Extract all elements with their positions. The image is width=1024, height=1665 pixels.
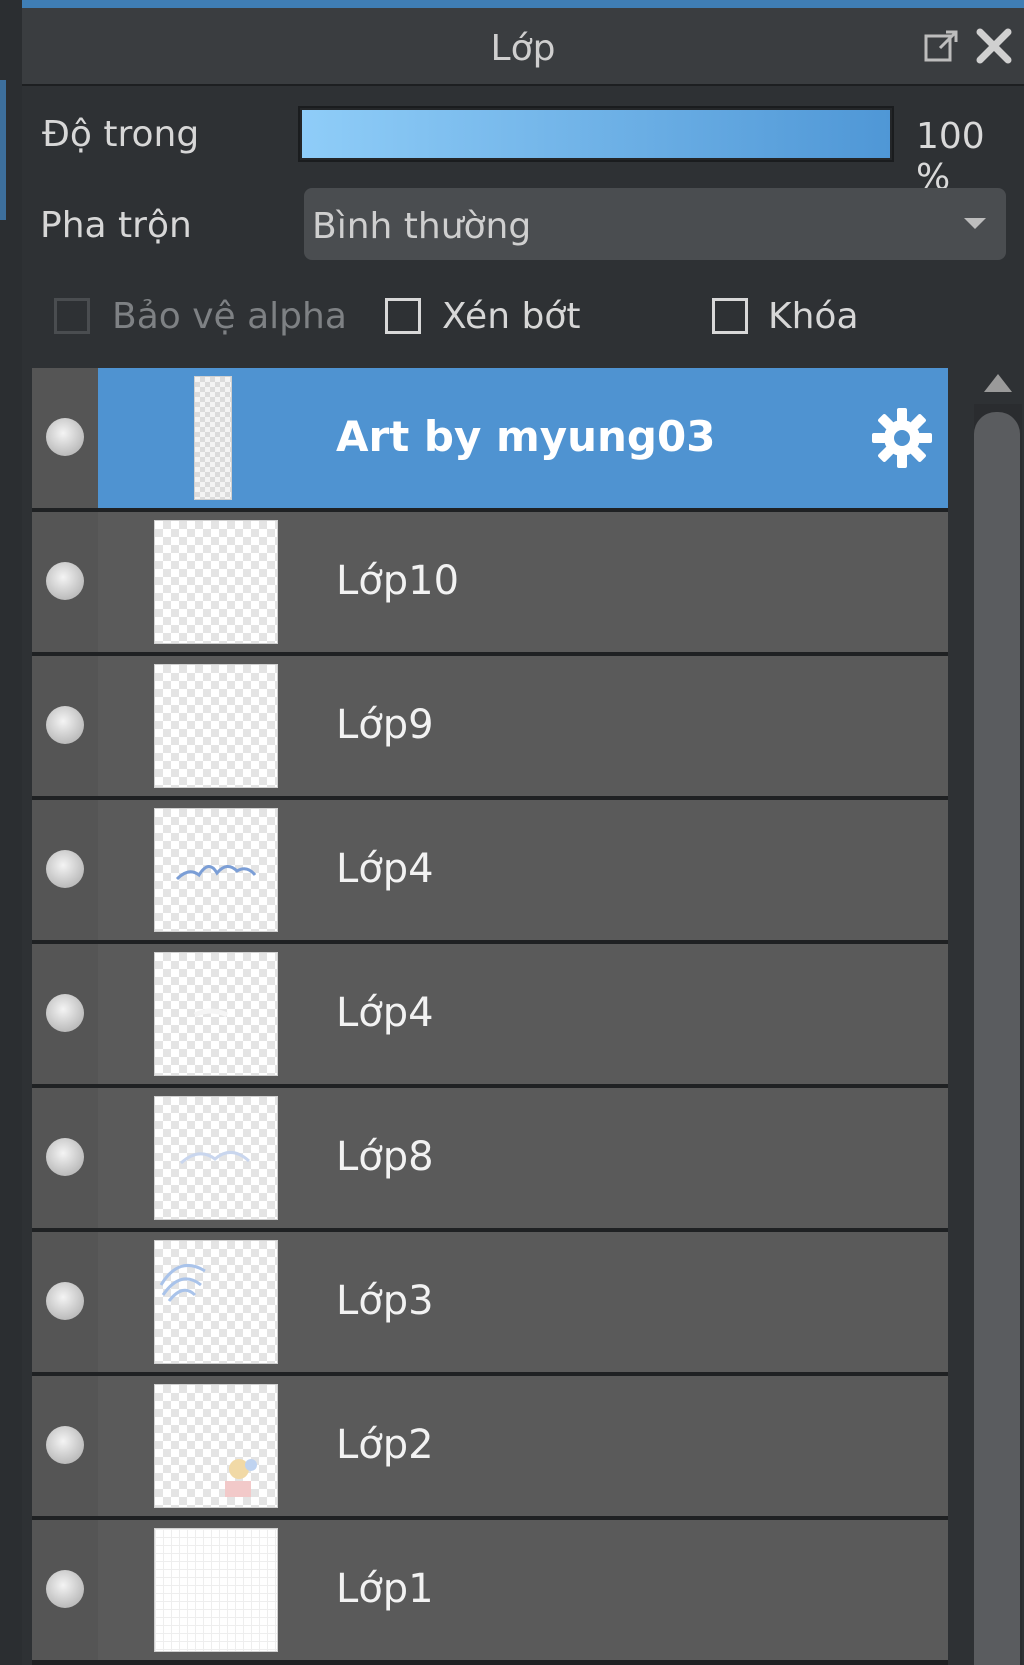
layer-thumbnail <box>154 1528 278 1652</box>
layer-panel: Lớp Độ trong 100 % Pha trộn Bình thường … <box>22 0 1024 1665</box>
layer-row[interactable]: Lớp3 <box>32 1232 948 1372</box>
layer-name: Lớp1 <box>336 1566 434 1612</box>
visibility-toggle-icon[interactable] <box>46 850 84 888</box>
lock-checkbox[interactable] <box>712 298 748 334</box>
scroll-up-arrow-icon[interactable] <box>984 374 1012 392</box>
popout-icon[interactable] <box>920 24 964 68</box>
layer-thumbnail <box>194 376 232 500</box>
visibility-toggle-icon[interactable] <box>46 994 84 1032</box>
blend-mode-value: Bình thường <box>312 206 532 247</box>
gutter-accent <box>0 80 6 220</box>
layer-row[interactable]: Art by myung03 <box>32 368 948 508</box>
layer-row[interactable]: Lớp8 <box>32 1088 948 1228</box>
close-icon[interactable] <box>972 24 1016 68</box>
clipping-label: Xén bớt <box>442 296 581 337</box>
gear-icon[interactable] <box>870 406 934 470</box>
clipping-checkbox[interactable] <box>385 298 421 334</box>
panel-top-accent <box>22 0 1024 8</box>
visibility-toggle-icon[interactable] <box>46 706 84 744</box>
layer-name: Lớp10 <box>336 558 460 604</box>
visibility-toggle-icon[interactable] <box>46 1426 84 1464</box>
layer-row[interactable]: Lớp1 <box>32 1520 948 1660</box>
layer-row[interactable]: Lớp9 <box>32 656 948 796</box>
layer-thumbnail <box>154 664 278 788</box>
layer-name: Lớp4 <box>336 990 434 1036</box>
blend-mode-select[interactable]: Bình thường <box>304 188 1006 260</box>
thumbnail-sketch <box>225 1459 257 1497</box>
layer-row[interactable]: Lớp4 <box>32 944 948 1084</box>
layer-name: Lớp9 <box>336 702 434 748</box>
layer-thumbnail <box>154 952 278 1076</box>
protect-alpha-label: Bảo vệ alpha <box>112 296 347 337</box>
panel-titlebar[interactable]: Lớp <box>22 8 1024 86</box>
layer-thumbnail <box>154 1384 278 1508</box>
layer-name: Lớp3 <box>336 1278 434 1324</box>
layer-name: Lớp2 <box>336 1422 434 1468</box>
scrollbar-thumb[interactable] <box>974 412 1020 1665</box>
layer-name: Lớp8 <box>336 1134 434 1180</box>
visibility-toggle-icon[interactable] <box>46 418 84 456</box>
opacity-slider-fill <box>302 110 890 158</box>
layer-name: Lớp4 <box>336 846 434 892</box>
layer-row[interactable]: Lớp4 <box>32 800 948 940</box>
blend-mode-label: Pha trộn <box>40 205 192 246</box>
lock-label: Khóa <box>768 296 859 337</box>
thumbnail-sketch <box>193 1008 229 1018</box>
thumbnail-sketch <box>159 1263 206 1302</box>
thumbnail-sketch <box>180 1151 250 1165</box>
layer-name: Art by myung03 <box>336 412 716 461</box>
layer-thumbnail <box>154 1240 278 1364</box>
layer-thumbnail <box>154 808 278 932</box>
layer-list[interactable]: Art by myung03 Lớp10 Lớp9 Lớp4 Lớp4 Lớp8… <box>32 368 948 1665</box>
visibility-toggle-icon[interactable] <box>46 1282 84 1320</box>
protect-alpha-checkbox[interactable] <box>54 298 90 334</box>
layer-row[interactable]: Lớp10 <box>32 512 948 652</box>
layer-thumbnail <box>154 520 278 644</box>
thumbnail-sketch <box>175 865 257 881</box>
opacity-slider[interactable] <box>298 106 894 162</box>
layer-row[interactable]: Lớp2 <box>32 1376 948 1516</box>
visibility-toggle-icon[interactable] <box>46 1570 84 1608</box>
chevron-down-icon <box>964 218 986 229</box>
visibility-toggle-icon[interactable] <box>46 562 84 600</box>
opacity-value: 100 % <box>916 116 985 198</box>
left-gutter <box>0 0 24 1665</box>
layer-thumbnail <box>154 1096 278 1220</box>
visibility-toggle-icon[interactable] <box>46 1138 84 1176</box>
opacity-label: Độ trong <box>42 114 200 155</box>
panel-title: Lớp <box>490 28 556 69</box>
